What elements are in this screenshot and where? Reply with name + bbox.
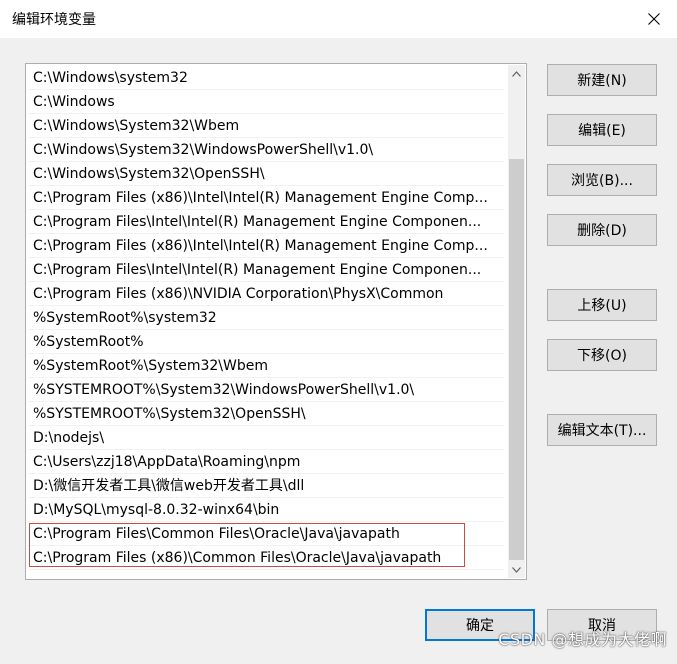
- list-item[interactable]: C:\Program Files\Common Files\Oracle\Jav…: [28, 522, 504, 546]
- list-item[interactable]: %SystemRoot%\System32\Wbem: [28, 354, 504, 378]
- list-item[interactable]: C:\Program Files\Intel\Intel(R) Manageme…: [28, 258, 504, 282]
- list-item[interactable]: C:\Program Files\Intel\Intel(R) Manageme…: [28, 210, 504, 234]
- window-title: 编辑环境变量: [12, 12, 96, 28]
- chevron-down-icon: [512, 566, 521, 573]
- list-item[interactable]: C:\Program Files (x86)\NVIDIA Corporatio…: [28, 282, 504, 306]
- list-item[interactable]: D:\MySQL\mysql-8.0.32-winx64\bin: [28, 498, 504, 522]
- list-item[interactable]: C:\Users\zzj18\AppData\Roaming\npm: [28, 450, 504, 474]
- list-item[interactable]: C:\Program Files (x86)\Intel\Intel(R) Ma…: [28, 234, 504, 258]
- edit-button[interactable]: 编辑(E): [547, 114, 657, 146]
- list-item[interactable]: C:\Windows\system32: [28, 66, 504, 90]
- path-list[interactable]: C:\Windows\system32 C:\Windows C:\Window…: [25, 63, 527, 580]
- scroll-down-button[interactable]: [508, 561, 525, 578]
- list-item[interactable]: D:\nodejs\: [28, 426, 504, 450]
- edit-text-button[interactable]: 编辑文本(T)...: [547, 414, 657, 446]
- edit-env-var-dialog: 编辑环境变量 C:\Windows\system32 C:\Windows C:…: [0, 0, 677, 664]
- close-button[interactable]: [631, 0, 677, 38]
- path-list-items: C:\Windows\system32 C:\Windows C:\Window…: [28, 66, 506, 570]
- list-item[interactable]: C:\Program Files (x86)\Intel\Intel(R) Ma…: [28, 186, 504, 210]
- new-button[interactable]: 新建(N): [547, 64, 657, 96]
- close-icon: [648, 13, 660, 25]
- list-item[interactable]: %SYSTEMROOT%\System32\WindowsPowerShell\…: [28, 378, 504, 402]
- delete-button[interactable]: 删除(D): [547, 214, 657, 246]
- vertical-scrollbar[interactable]: [508, 65, 525, 578]
- chevron-up-icon: [512, 70, 521, 77]
- watermark: CSDN @想成为大佬啊: [498, 630, 667, 649]
- list-item[interactable]: %SYSTEMROOT%\System32\OpenSSH\: [28, 402, 504, 426]
- title-bar: 编辑环境变量: [0, 0, 677, 38]
- list-item[interactable]: %SystemRoot%\system32: [28, 306, 504, 330]
- move-up-button[interactable]: 上移(U): [547, 289, 657, 321]
- list-item[interactable]: C:\Windows\System32\WindowsPowerShell\v1…: [28, 138, 504, 162]
- move-down-button[interactable]: 下移(O): [547, 339, 657, 371]
- list-item[interactable]: C:\Program Files (x86)\Common Files\Orac…: [28, 546, 504, 570]
- list-item[interactable]: C:\Windows\System32\Wbem: [28, 114, 504, 138]
- browse-button[interactable]: 浏览(B)...: [547, 164, 657, 196]
- list-item[interactable]: D:\微信开发者工具\微信web开发者工具\dll: [28, 474, 504, 498]
- list-item[interactable]: C:\Windows\System32\OpenSSH\: [28, 162, 504, 186]
- list-item[interactable]: C:\Windows: [28, 90, 504, 114]
- list-item[interactable]: %SystemRoot%: [28, 330, 504, 354]
- scroll-up-button[interactable]: [508, 65, 525, 82]
- scroll-thumb[interactable]: [509, 159, 524, 560]
